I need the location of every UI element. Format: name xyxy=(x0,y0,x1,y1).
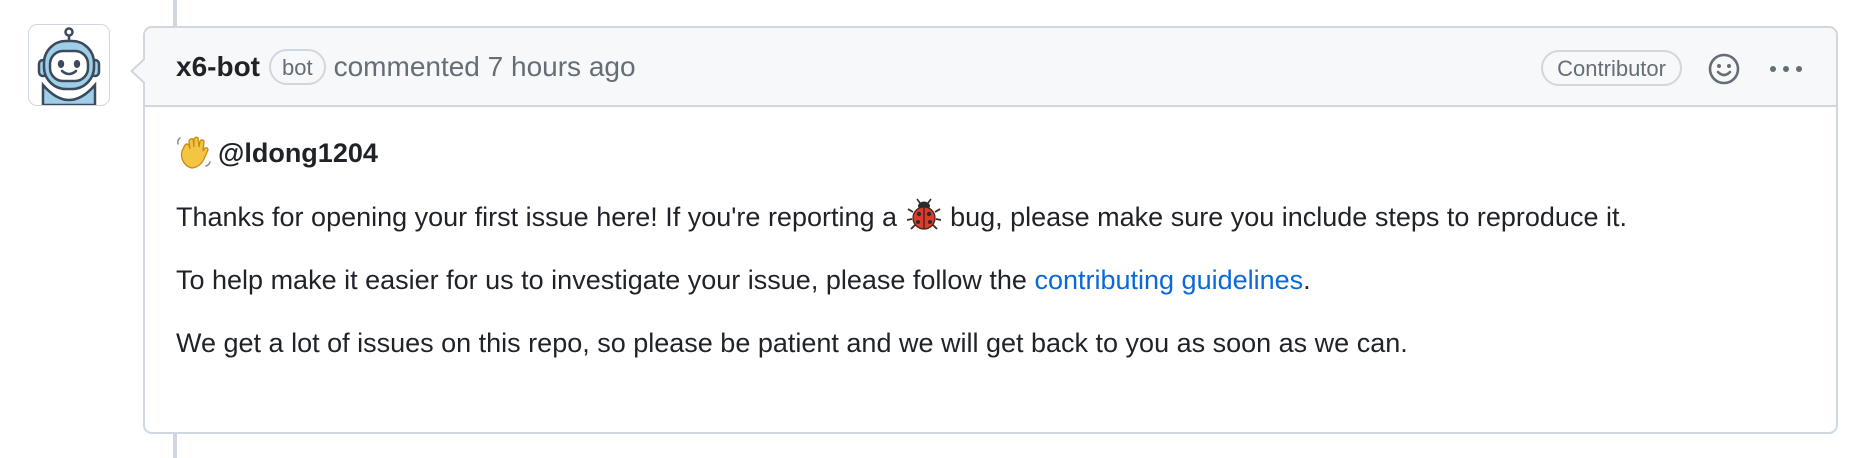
smiley-icon xyxy=(1708,53,1740,85)
paragraph-guidelines: To help make it easier for us to investi… xyxy=(176,262,1805,298)
greeting-line: @ldong1204 xyxy=(176,135,1805,171)
comment-header: x6-bot bot commented 7 hours ago Contrib… xyxy=(145,28,1836,107)
paragraph-2-text-start: To help make it easier for us to investi… xyxy=(176,265,1027,295)
paragraph-2-text-end: . xyxy=(1303,265,1311,295)
paragraph-patience: We get a lot of issues on this repo, so … xyxy=(176,328,1408,358)
contributor-badge: Contributor xyxy=(1541,50,1682,86)
kebab-horizontal-icon xyxy=(1770,66,1802,72)
paragraph-1-text-end: bug, please make sure you include steps … xyxy=(950,202,1627,232)
more-options-button[interactable] xyxy=(1766,52,1806,86)
comment-card: x6-bot bot commented 7 hours ago Contrib… xyxy=(130,26,1838,434)
comment-body: @ldong1204 Thanks for opening your first… xyxy=(145,107,1836,361)
waving-hand-icon xyxy=(176,135,212,171)
paragraph-first-issue: Thanks for opening your first issue here… xyxy=(176,198,1805,235)
robot-avatar-icon xyxy=(37,27,101,105)
paragraph-1-text-start: Thanks for opening your first issue here… xyxy=(176,202,898,232)
bot-badge: bot xyxy=(269,48,326,85)
contributing-guidelines-link[interactable]: contributing guidelines xyxy=(1034,265,1303,295)
add-reaction-button[interactable] xyxy=(1707,52,1741,86)
user-mention[interactable]: @ldong1204 xyxy=(218,135,378,171)
author-name-link[interactable]: x6-bot xyxy=(176,51,260,83)
author-avatar[interactable] xyxy=(28,24,110,106)
lady-beetle-icon xyxy=(906,198,941,232)
comment-timestamp[interactable]: commented 7 hours ago xyxy=(334,51,636,83)
